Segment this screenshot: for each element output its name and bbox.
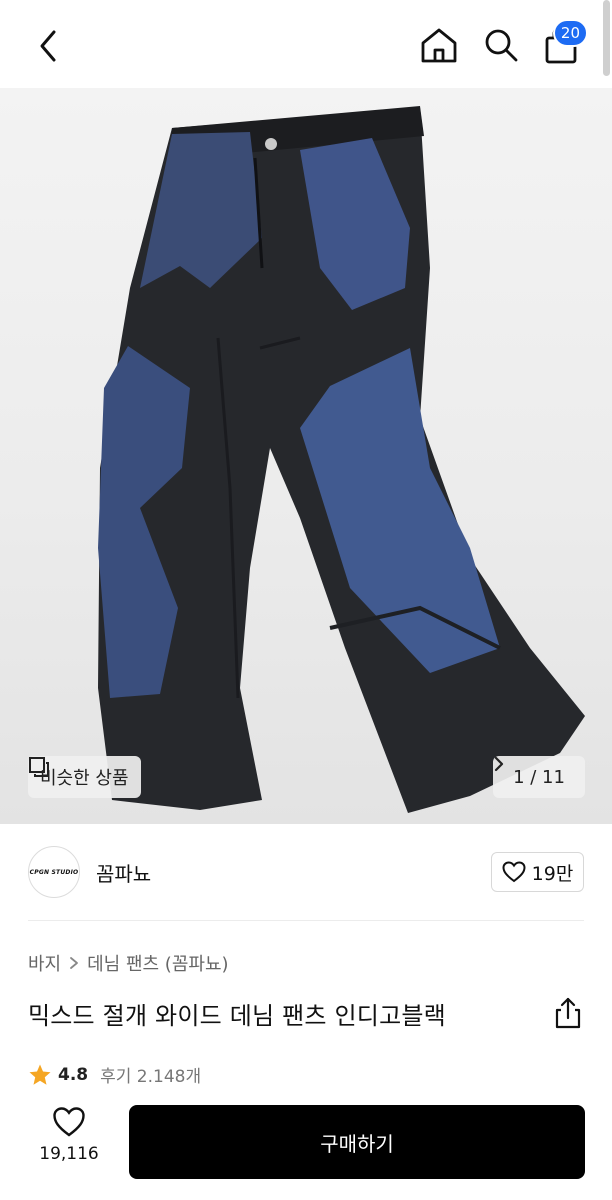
divider — [28, 920, 584, 921]
bottom-like-button[interactable]: 19,116 — [34, 1106, 104, 1176]
star-icon — [29, 1064, 51, 1085]
buy-button[interactable]: 구매하기 — [129, 1105, 585, 1179]
brand-logo[interactable]: CPGN STUDIO — [28, 846, 80, 898]
cart-button[interactable]: 20 — [538, 19, 588, 68]
breadcrumb-category[interactable]: 바지 — [28, 950, 61, 976]
top-bar: 20 — [0, 0, 612, 88]
brand-row: CPGN STUDIO 꼼파뇨 19만 — [0, 824, 612, 920]
brand-like-button[interactable]: 19만 — [491, 852, 584, 892]
page-indicator: 1 / 11 — [513, 766, 565, 788]
product-image-gallery[interactable]: 비슷한 상품 1 / 11 — [0, 88, 612, 824]
product-title: 믹스드 절개 와이드 데님 팬츠 인디고블랙 — [28, 1002, 446, 1030]
chevron-right-icon — [494, 756, 504, 772]
bottom-like-count: 19,116 — [39, 1144, 99, 1164]
similar-products-label: 비슷한 상품 — [40, 768, 129, 789]
rating-row[interactable]: 4.8 후기 2.148개 — [28, 1062, 201, 1087]
home-icon — [421, 28, 457, 63]
search-button[interactable] — [478, 22, 524, 68]
chevron-right-icon — [70, 957, 79, 969]
heart-outline-icon — [53, 1107, 85, 1137]
breadcrumb: 바지 데님 팬츠 (꼼파뇨) — [28, 950, 229, 976]
back-button[interactable] — [26, 24, 70, 68]
heart-outline-icon — [502, 861, 526, 883]
image-pager[interactable]: 1 / 11 — [493, 756, 585, 798]
home-button[interactable] — [416, 22, 462, 68]
similar-products-button[interactable]: 비슷한 상품 — [28, 756, 141, 798]
breadcrumb-subcategory[interactable]: 데님 팬츠 (꼼파뇨) — [87, 950, 228, 976]
buy-button-label: 구매하기 — [320, 1131, 394, 1156]
cart-count-badge: 20 — [552, 19, 588, 47]
overlap-squares-icon — [29, 757, 49, 777]
brand-name[interactable]: 꼼파뇨 — [96, 858, 151, 887]
brand-like-count: 19만 — [531, 862, 574, 885]
share-button[interactable] — [552, 996, 584, 1030]
brand-logo-text: CPGN STUDIO — [29, 868, 79, 876]
rating-value: 4.8 — [58, 1064, 89, 1085]
share-icon — [555, 997, 581, 1029]
product-image-jeans — [98, 106, 585, 813]
scrollbar-thumb[interactable] — [603, 0, 610, 76]
review-count: 후기 2.148개 — [100, 1067, 202, 1087]
chevron-left-icon — [40, 30, 56, 62]
search-icon — [485, 29, 518, 62]
